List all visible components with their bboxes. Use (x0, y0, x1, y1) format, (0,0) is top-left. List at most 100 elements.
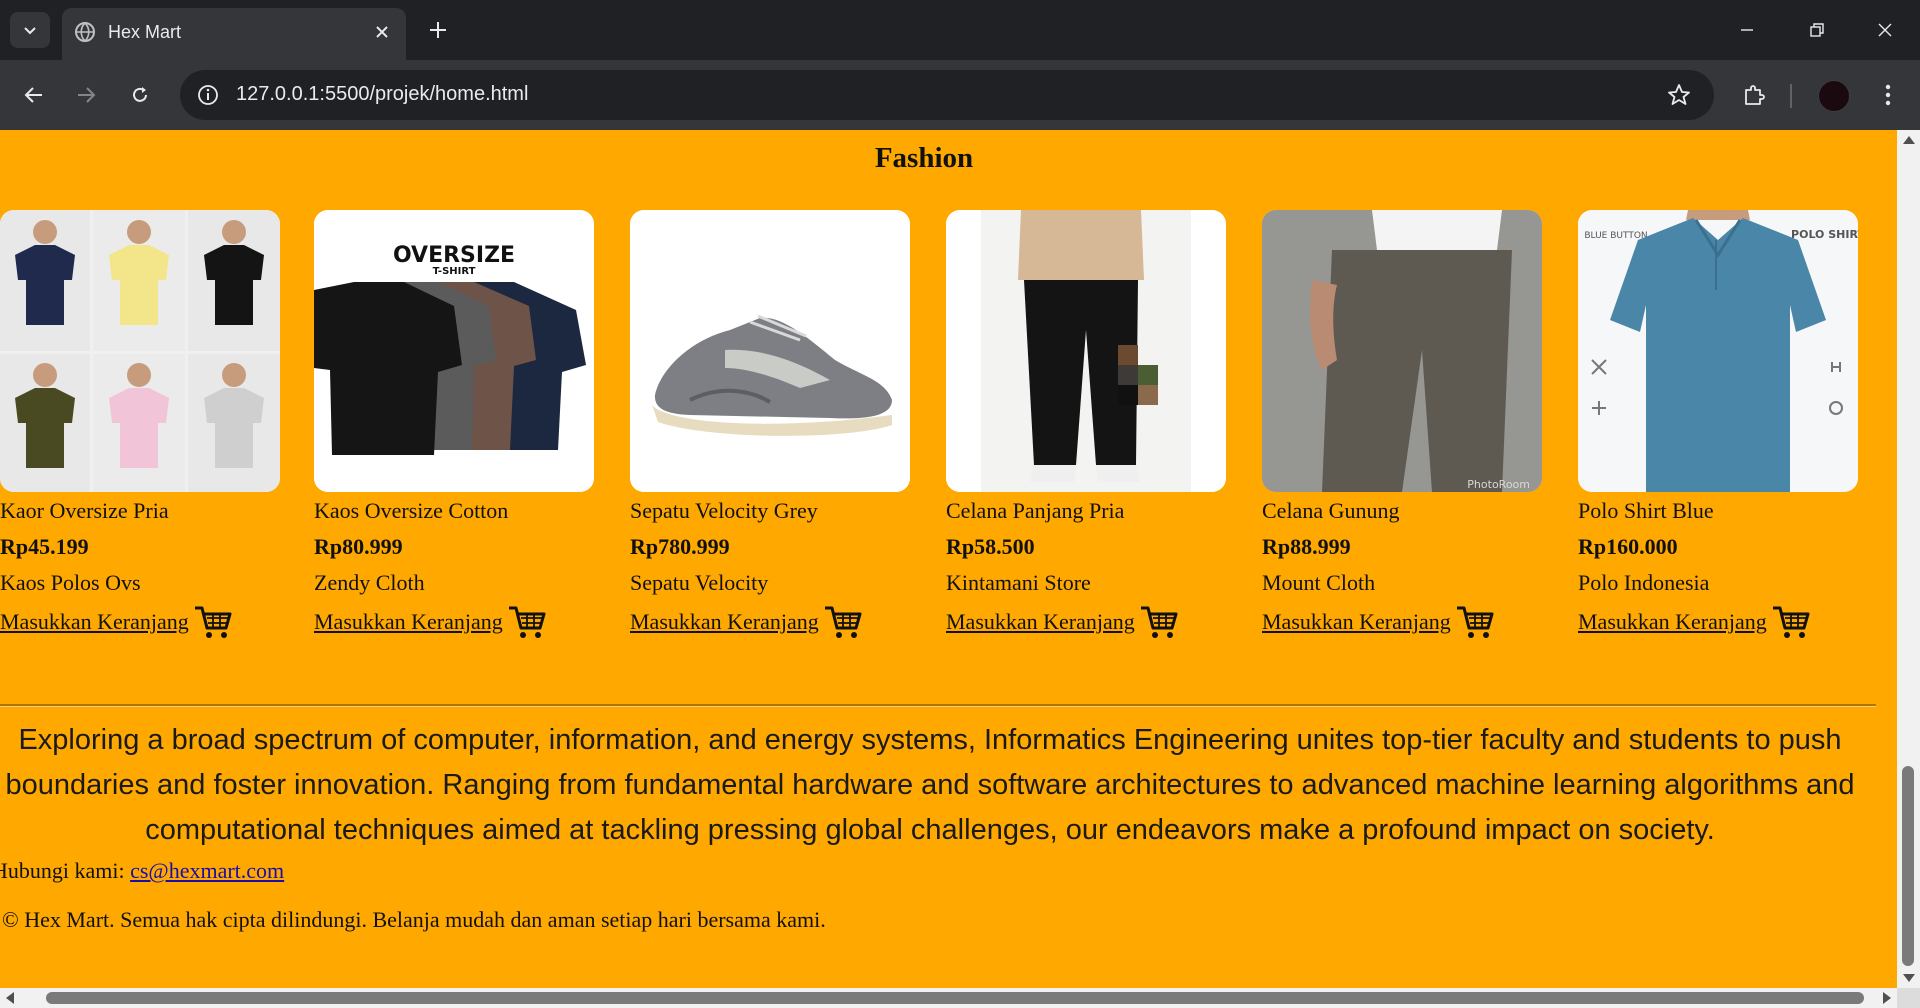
vertical-scrollbar[interactable] (1897, 130, 1920, 988)
kebab-menu-icon (1885, 84, 1891, 106)
product-store: Zendy Cloth (314, 570, 425, 595)
add-to-cart-link[interactable]: Masukkan Keranjang (1578, 609, 1767, 635)
minimize-button[interactable] (1724, 8, 1770, 52)
shopping-cart-icon[interactable] (1455, 604, 1495, 640)
url-text[interactable]: 127.0.0.1:5500/projek/home.html (236, 83, 528, 106)
add-to-cart[interactable]: Masukkan Keranjang (630, 604, 863, 640)
shopping-cart-icon[interactable] (823, 604, 863, 640)
product-price: Rp45.199 (0, 534, 89, 559)
close-window-icon (1878, 23, 1892, 37)
image-caption: OVERSIZE (393, 243, 515, 268)
tab-search-button[interactable] (10, 12, 50, 48)
browser-toolbar: 127.0.0.1:5500/projek/home.html (0, 60, 1920, 130)
vertical-scroll-thumb[interactable] (1902, 766, 1914, 966)
product-image[interactable] (946, 210, 1226, 492)
close-icon (376, 26, 388, 38)
product-store: Sepatu Velocity (630, 570, 769, 595)
tshirt-grid-image (0, 210, 280, 492)
profile-avatar[interactable] (1818, 80, 1850, 112)
product-name[interactable]: Kaor Oversize Pria (0, 498, 169, 524)
back-button[interactable] (14, 75, 54, 115)
plus-icon (430, 22, 446, 38)
blue-polo-image: BLUE BUTTON POLO SHIRT (1578, 210, 1858, 492)
grey-sneaker-image (630, 210, 910, 492)
scroll-left-arrow-icon[interactable] (6, 992, 14, 1004)
product-image[interactable] (630, 210, 910, 492)
add-to-cart-link[interactable]: Masukkan Keranjang (1262, 609, 1451, 635)
section-title: Fashion (874, 142, 974, 174)
image-subcaption: T-SHIRT (433, 266, 476, 277)
browser-menu-button[interactable] (1870, 75, 1906, 115)
product-name[interactable]: Celana Gunung (1262, 498, 1399, 524)
add-to-cart[interactable]: Masukkan Keranjang (1578, 604, 1811, 640)
add-to-cart-link[interactable]: Masukkan Keranjang (0, 609, 189, 635)
tshirt-pink (93, 354, 185, 492)
add-to-cart[interactable]: Masukkan Keranjang (1262, 604, 1495, 640)
info-icon[interactable] (194, 81, 222, 109)
globe-icon (75, 22, 95, 43)
product-card: PhotoRoom Celana Gunung Rp88.999 Mount C… (1262, 210, 1562, 638)
about-paragraph: Exploring a broad spectrum of computer, … (5, 724, 1855, 846)
scrollbar-corner (1897, 988, 1920, 1008)
product-price: Rp88.999 (1262, 534, 1351, 559)
shopping-cart-icon[interactable] (193, 604, 233, 640)
browser-titlebar: Hex Mart (0, 0, 1920, 60)
cargo-pants-image: PhotoRoom (1262, 210, 1542, 492)
add-to-cart[interactable]: Masukkan Keranjang (314, 604, 547, 640)
product-image[interactable]: BLUE BUTTON POLO SHIRT (1578, 210, 1858, 492)
extensions-button[interactable] (1734, 75, 1774, 115)
product-card: Celana Panjang Pria Rp58.500 Kintamani S… (946, 210, 1246, 638)
new-tab-button[interactable] (420, 12, 456, 48)
add-to-cart[interactable]: Masukkan Keranjang (946, 604, 1179, 640)
image-label-right: POLO SHIRT (1791, 228, 1858, 241)
product-price: Rp780.999 (630, 534, 730, 559)
back-arrow-icon (24, 87, 42, 103)
tshirt-navy (0, 210, 90, 351)
product-store: Kaos Polos Ovs (0, 570, 141, 595)
shopping-cart-icon[interactable] (1771, 604, 1811, 640)
product-name[interactable]: Sepatu Velocity Grey (630, 498, 818, 524)
scroll-up-arrow-icon[interactable] (1903, 136, 1915, 144)
address-bar[interactable]: 127.0.0.1:5500/projek/home.html (180, 70, 1714, 120)
add-to-cart-link[interactable]: Masukkan Keranjang (946, 609, 1135, 635)
product-store: Mount Cloth (1262, 570, 1376, 595)
product-image[interactable]: PhotoRoom (1262, 210, 1542, 492)
add-to-cart-link[interactable]: Masukkan Keranjang (630, 609, 819, 635)
contact-email-link[interactable]: cs@hexmart.com (130, 858, 284, 883)
restore-button[interactable] (1794, 8, 1840, 52)
shopping-cart-icon[interactable] (1139, 604, 1179, 640)
toolbar-separator (1790, 84, 1792, 108)
contact-line: Hubungi kami: cs@hexmart.com (0, 858, 284, 884)
tab-close-button[interactable] (366, 16, 398, 48)
product-name[interactable]: Polo Shirt Blue (1578, 498, 1714, 524)
black-pants-image (946, 210, 1226, 492)
extensions-puzzle-icon (1745, 85, 1765, 105)
scroll-right-arrow-icon[interactable] (1883, 992, 1891, 1004)
restore-icon (1810, 23, 1824, 37)
product-image[interactable]: OVERSIZE T-SHIRT (314, 210, 594, 492)
reload-button[interactable] (120, 75, 160, 115)
page-viewport: Fashion Kaor Oversize Pria Rp45.199 Kaos… (0, 130, 1897, 988)
copyright-text: © Hex Mart. Semua hak cipta dilindungi. … (2, 907, 826, 932)
add-to-cart[interactable]: Masukkan Keranjang (0, 604, 233, 640)
add-to-cart-link[interactable]: Masukkan Keranjang (314, 609, 503, 635)
product-image[interactable] (0, 210, 280, 492)
product-name[interactable]: Celana Panjang Pria (946, 498, 1124, 524)
browser-tab[interactable]: Hex Mart (62, 8, 406, 60)
forward-button[interactable] (66, 75, 106, 115)
horizontal-scroll-thumb[interactable] (46, 992, 1864, 1004)
scroll-down-arrow-icon[interactable] (1903, 974, 1915, 982)
horizontal-scrollbar[interactable] (0, 988, 1897, 1008)
close-window-button[interactable] (1862, 8, 1908, 52)
footer-divider (0, 704, 1876, 707)
shopping-cart-icon[interactable] (507, 604, 547, 640)
product-name[interactable]: Kaos Oversize Cotton (314, 498, 508, 524)
bookmark-star-icon[interactable] (1666, 82, 1692, 108)
color-swatch (1118, 345, 1158, 405)
product-store: Polo Indonesia (1578, 570, 1710, 595)
reload-icon (133, 87, 147, 102)
product-card: OVERSIZE T-SHIRT Kaos Oversize Cotton Rp… (314, 210, 614, 638)
chevron-down-icon (24, 27, 36, 35)
forward-arrow-icon (78, 87, 96, 103)
product-price: Rp160.000 (1578, 534, 1678, 559)
